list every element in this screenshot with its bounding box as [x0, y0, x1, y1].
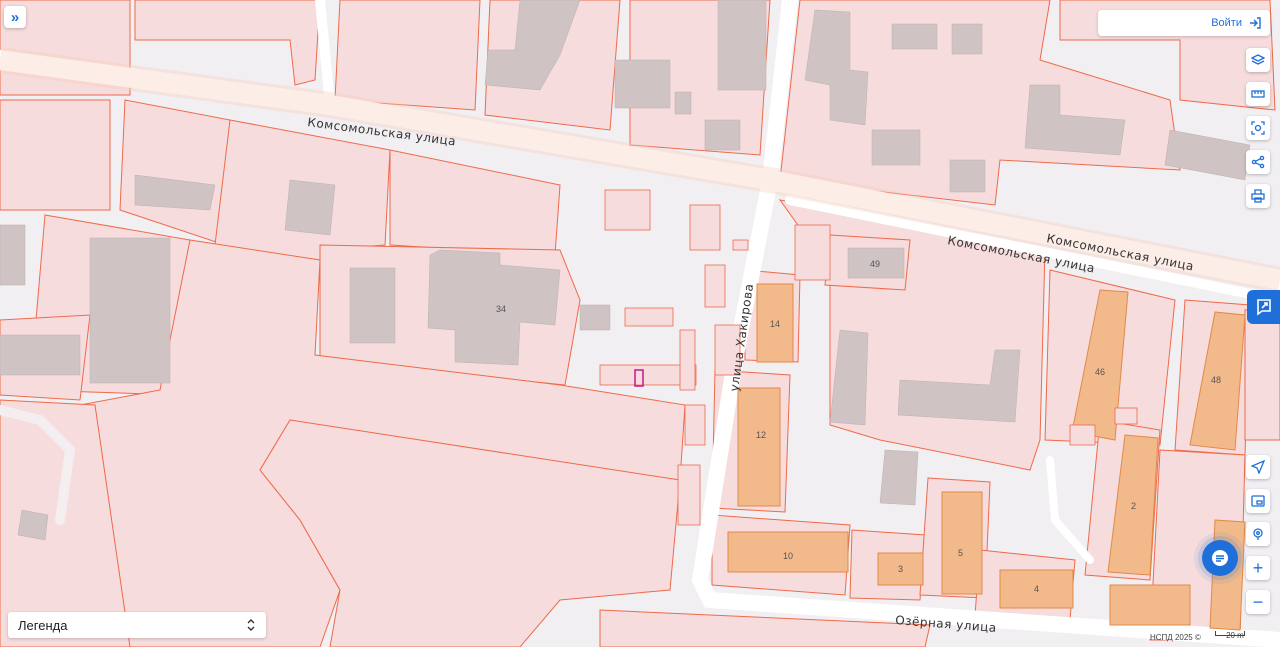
scale-label: 20 m	[1214, 631, 1245, 640]
cadastral-map[interactable]: Комсомольская улица Комсомольская улица …	[0, 0, 1280, 647]
garage-row	[684, 404, 706, 446]
parcel	[1069, 424, 1096, 446]
parcel	[604, 189, 651, 231]
ruler-icon	[1251, 90, 1265, 98]
scale-bar: 20 m	[1214, 631, 1245, 642]
parcel	[689, 204, 721, 251]
parcel	[334, 0, 481, 111]
parcel	[732, 239, 749, 251]
geolocation-icon	[1253, 528, 1263, 540]
building	[674, 91, 692, 115]
chat-button[interactable]	[1202, 540, 1238, 576]
geolocation-button[interactable]	[1246, 522, 1270, 546]
area-select-button[interactable]	[1246, 116, 1270, 140]
building	[1109, 584, 1191, 626]
garage-row	[677, 464, 701, 526]
building-number: 2	[1131, 501, 1136, 511]
parcel	[0, 99, 111, 211]
login-arrow-icon	[1250, 17, 1261, 29]
chat-icon	[1212, 550, 1228, 566]
building-number: 48	[1211, 375, 1221, 385]
attribution-text: НСПД 2025 ©	[1150, 633, 1201, 642]
zoom-in-button[interactable]: +	[1246, 556, 1270, 580]
chevron-up-down-icon	[247, 619, 255, 631]
ruler-button[interactable]	[1246, 82, 1270, 106]
zoom-in-icon: +	[1252, 557, 1264, 578]
cadastral-side-tab[interactable]	[1247, 290, 1280, 324]
share-icon	[1251, 155, 1265, 169]
building-number: 4	[1034, 584, 1039, 594]
login-button[interactable]: Войти	[1098, 10, 1270, 36]
building-number: 5	[958, 548, 963, 558]
login-label: Войти	[1211, 17, 1242, 29]
zoom-out-button[interactable]: −	[1246, 590, 1270, 614]
locate-button[interactable]	[1246, 455, 1270, 479]
legend-dropdown[interactable]: Легенда	[8, 612, 266, 638]
building-number: 10	[783, 551, 793, 561]
share-button[interactable]	[1246, 150, 1270, 174]
building	[349, 267, 396, 344]
print-icon	[1251, 189, 1265, 203]
building	[949, 159, 986, 193]
building-number: 34	[496, 304, 506, 314]
attribution: НСПД 2025 © 20 m	[1150, 631, 1245, 642]
parcel	[794, 224, 831, 281]
building	[579, 304, 611, 331]
parcel	[704, 264, 726, 308]
print-button[interactable]	[1246, 184, 1270, 208]
parcel	[1244, 309, 1280, 441]
double-chevron-right-icon: »	[10, 8, 20, 26]
area-select-icon	[1251, 121, 1265, 135]
minimap-icon	[1251, 495, 1265, 507]
building	[284, 179, 336, 236]
minimap-button[interactable]	[1246, 489, 1270, 513]
building	[0, 224, 26, 286]
layers-button[interactable]	[1246, 48, 1270, 72]
building	[951, 23, 983, 55]
parcel	[1114, 407, 1138, 425]
building-number: 12	[756, 430, 766, 440]
building-12	[737, 387, 781, 507]
zoom-out-icon: −	[1252, 591, 1264, 612]
building	[0, 334, 81, 376]
expand-panel-button[interactable]: »	[4, 6, 26, 28]
building	[891, 23, 938, 50]
garage-row	[624, 307, 674, 327]
locate-arrow-icon	[1251, 460, 1265, 474]
building-number: 49	[870, 259, 880, 269]
building	[17, 509, 49, 541]
building	[704, 119, 741, 151]
layers-icon	[1251, 54, 1265, 65]
cadastral-tab-icon	[1256, 299, 1271, 316]
building	[614, 59, 671, 109]
building	[717, 0, 767, 91]
building	[879, 449, 919, 506]
building-number: 46	[1095, 367, 1105, 377]
building-number: 3	[898, 564, 903, 574]
garage-row	[679, 329, 696, 391]
building-number: 14	[770, 319, 780, 329]
building	[89, 237, 171, 384]
building	[871, 129, 921, 166]
legend-label: Легенда	[18, 617, 68, 633]
building-5	[941, 491, 983, 595]
